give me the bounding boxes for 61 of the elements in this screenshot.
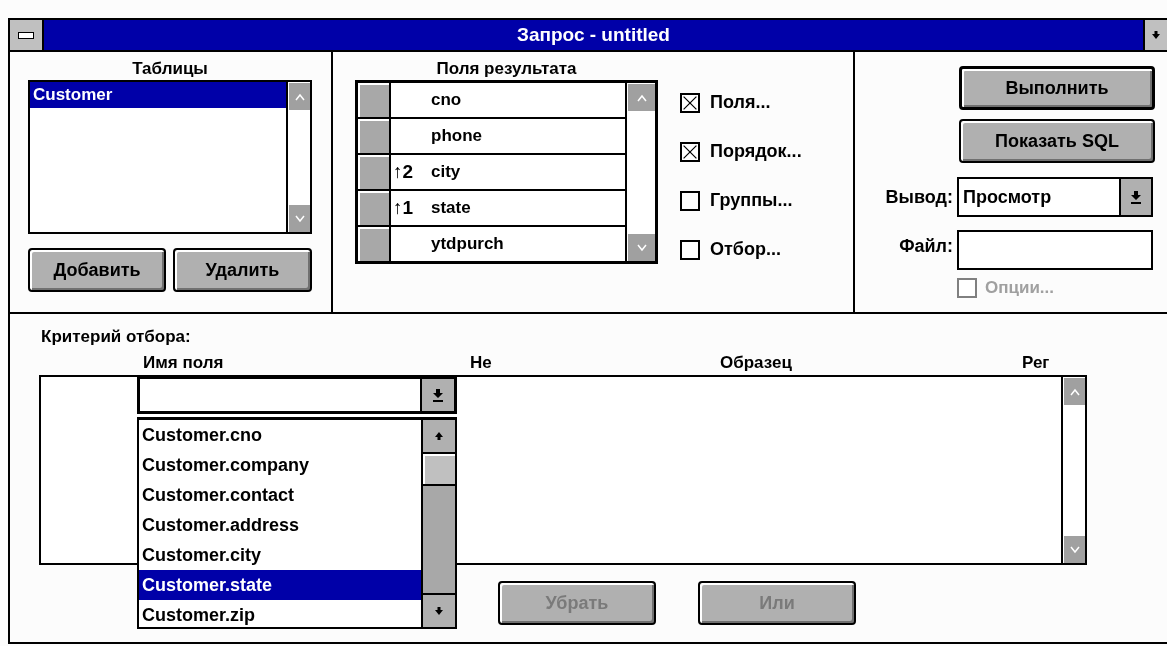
file-label: Файл: [898,235,953,257]
criteria-label: Критерий отбора: [41,327,191,347]
minimize-button[interactable] [1143,20,1167,50]
field-name[interactable]: city [431,162,461,182]
field-name[interactable]: ytdpurch [431,234,504,254]
file-input-field[interactable] [957,230,1153,270]
minimize-arrow-icon [1151,30,1161,40]
dropdown-item[interactable]: Customer.cno [139,420,421,450]
dropdown-item[interactable]: Customer.state [139,570,421,600]
row-selector[interactable] [358,191,391,225]
scroll-down-icon [434,606,444,616]
remove-table-button[interactable]: Удалить [173,248,312,292]
column-header: Не [470,353,492,372]
row-selector[interactable] [358,155,391,189]
column-header: Образец [720,353,792,372]
output-label: Вывод: [884,186,953,208]
system-menu-button[interactable] [10,20,44,50]
field-name[interactable]: cno [431,90,462,110]
scroll-up-icon [294,92,305,101]
sort-order-marker: ↑1 [393,197,414,218]
add-table-button[interactable]: Добавить [28,248,166,292]
checkbox[interactable] [680,190,700,211]
column-header: Рег [1022,353,1050,372]
scroll-down-button[interactable] [423,593,455,627]
option-label[interactable]: Отбор... [710,239,781,260]
row-selector[interactable] [358,83,391,117]
checkbox[interactable] [680,92,700,113]
dropdown-arrow-icon [432,388,444,402]
dropdown-item[interactable]: Customer.address [139,510,421,540]
scroll-down-icon [1069,545,1080,554]
field-name-dropdown[interactable] [137,376,457,414]
tables-label: Таблицы [132,59,208,78]
dropdown-item[interactable]: Customer.city [139,540,421,570]
scroll-up-icon [1069,387,1080,396]
field-name[interactable]: phone [431,126,482,146]
window-title: Запрос - untitled [516,24,671,46]
option-label[interactable]: Поля... [710,92,771,113]
option-label[interactable]: Группы... [710,190,793,211]
option-label[interactable]: Порядок... [710,141,802,162]
output-dropdown[interactable]: Просмотр [957,177,1153,217]
scroll-up-icon [434,431,444,441]
row-selector[interactable] [358,227,391,261]
dropdown-arrow-icon [1130,190,1142,204]
scroll-thumb[interactable] [423,454,455,486]
sort-order-marker: ↑2 [393,161,414,182]
row-selector[interactable] [358,119,391,153]
show-sql-button[interactable]: Показать SQL [959,119,1155,163]
field-name[interactable]: state [431,198,471,218]
dropdown-item[interactable]: Customer.contact [139,480,421,510]
dropdown-item[interactable]: Customer.zip [139,600,421,630]
dropdown-item[interactable]: Customer.company [139,450,421,480]
checkbox[interactable] [680,239,700,260]
scroll-down-icon [636,243,647,252]
scroll-up-button[interactable] [423,420,455,454]
run-button[interactable]: Выполнить [959,66,1155,110]
result-fields-label: Поля результата [436,59,577,78]
column-header: Имя поля [143,353,224,372]
scroll-up-icon [636,93,647,102]
table-list-item[interactable]: Customer [30,82,286,108]
checkbox[interactable] [680,141,700,162]
scroll-down-icon [294,214,305,223]
